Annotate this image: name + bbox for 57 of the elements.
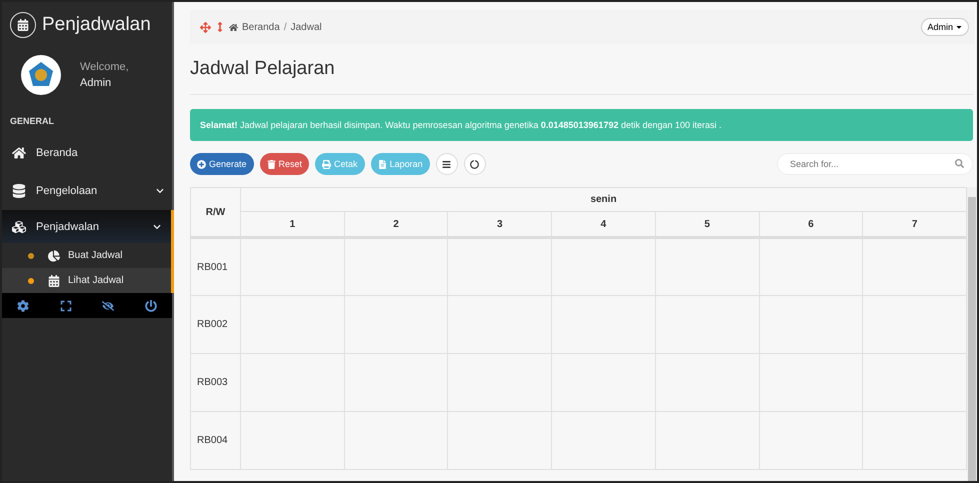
menu-button[interactable] xyxy=(436,153,458,175)
trash-icon xyxy=(266,160,276,168)
home-icon xyxy=(12,146,26,160)
refresh-button[interactable] xyxy=(464,153,486,175)
user-menu-button[interactable]: Admin xyxy=(921,18,969,36)
page-title: Jadwal Pelajaran xyxy=(190,58,336,80)
fullscreen-icon[interactable] xyxy=(60,300,72,312)
calendar-icon xyxy=(10,12,36,38)
submenu-item[interactable]: Buat Jadwal xyxy=(2,243,171,268)
row-header: RB001 xyxy=(190,238,240,296)
chevron-icon xyxy=(156,187,164,195)
user-name: Admin xyxy=(80,77,112,89)
eye-slash-icon[interactable] xyxy=(102,300,114,312)
welcome-text: Welcome, xyxy=(80,61,129,73)
print-icon xyxy=(322,160,332,168)
column-header: 3 xyxy=(448,212,552,238)
pie-chart-icon xyxy=(48,250,60,262)
column-header: 2 xyxy=(344,212,448,238)
plus-icon xyxy=(197,160,206,168)
column-header: R/W xyxy=(190,188,240,238)
column-header: 7 xyxy=(862,212,966,238)
calendar-icon xyxy=(48,274,60,286)
row-header: RB003 xyxy=(190,354,240,412)
column-header: 5 xyxy=(655,212,760,238)
home-icon xyxy=(229,22,238,32)
breadcrumb-link[interactable]: Beranda xyxy=(242,22,280,32)
cubes-icon xyxy=(12,220,26,234)
column-header: senin xyxy=(240,188,966,212)
column-header: 1 xyxy=(240,212,344,238)
caret-icon xyxy=(955,23,963,31)
avatar-icon xyxy=(20,54,62,96)
power-icon[interactable] xyxy=(144,300,157,312)
resize-icon[interactable] xyxy=(215,22,225,32)
brand-title: Penjadwalan xyxy=(42,14,151,36)
sidebar-item[interactable]: Beranda xyxy=(2,134,174,172)
file-icon xyxy=(378,160,387,168)
submenu-item[interactable]: Lihat Jadwal xyxy=(2,268,171,293)
column-header: 4 xyxy=(552,212,656,238)
menu-icon xyxy=(442,160,452,168)
column-header: 6 xyxy=(759,212,863,238)
breadcrumb-separator: / xyxy=(284,22,287,32)
success-alert: Selamat! Jadwal pelajaran berhasil disimpan. Waktu pemrosesan algoritma genetika 0.01485013961792 detik dengan 100 iterasi . xyxy=(190,109,973,141)
search-icon[interactable] xyxy=(955,159,964,168)
toolbar-button[interactable]: Reset xyxy=(260,153,310,175)
row-header: RB002 xyxy=(190,296,240,354)
spinner-icon xyxy=(470,160,480,168)
section-heading: GENERAL xyxy=(9,115,56,128)
row-header: RB004 xyxy=(190,412,240,470)
scrollbar[interactable] xyxy=(967,187,977,481)
move-icon[interactable] xyxy=(200,22,211,32)
toolbar-button[interactable]: Generate xyxy=(190,153,254,175)
search-field[interactable]: Search for... xyxy=(777,153,973,175)
database-icon xyxy=(12,184,26,198)
settings-icon[interactable] xyxy=(17,300,30,312)
chevron-icon xyxy=(153,222,161,230)
sidebar-item[interactable]: Pengelolaan xyxy=(2,172,174,210)
sidebar-item[interactable]: Penjadwalan xyxy=(2,210,171,243)
